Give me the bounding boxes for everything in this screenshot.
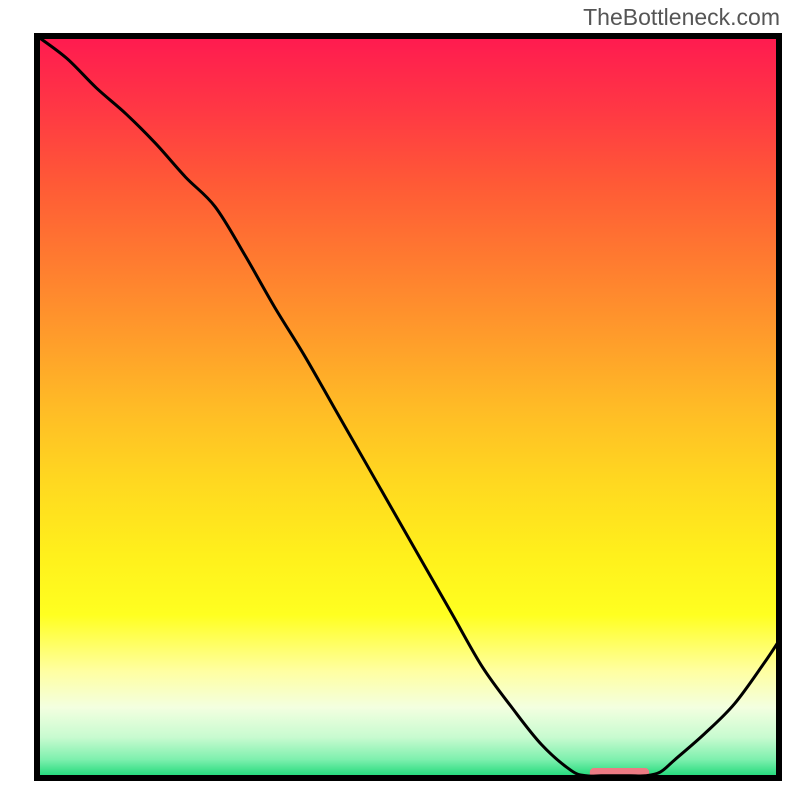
gradient-background — [37, 36, 779, 778]
chart-svg — [0, 0, 800, 800]
chart-container: TheBottleneck.com — [0, 0, 800, 800]
watermark-text: TheBottleneck.com — [583, 4, 780, 31]
plot-area — [37, 36, 779, 779]
